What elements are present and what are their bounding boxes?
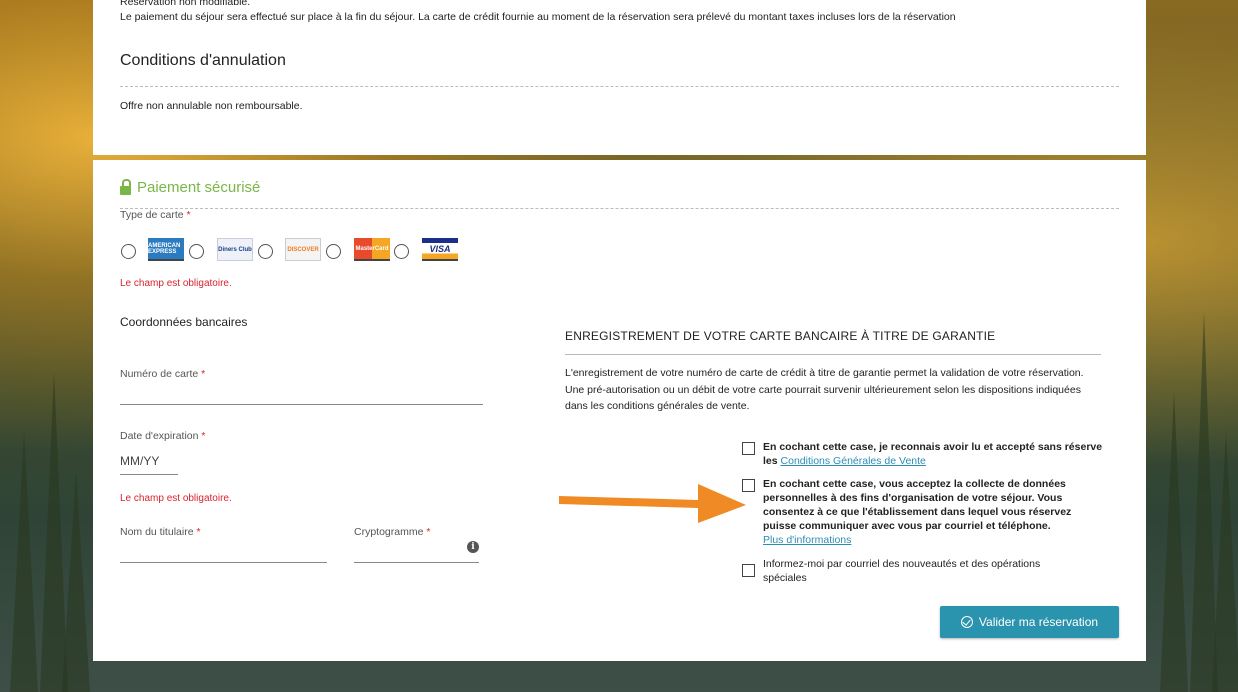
- info-icon[interactable]: i: [467, 541, 479, 553]
- background-tree: [62, 472, 90, 692]
- data-consent-text: En cochant cette case, vous acceptez la …: [763, 477, 1073, 547]
- cancellation-title: Conditions d'annulation: [120, 52, 286, 69]
- diners-logo-icon: Diners Club: [217, 238, 253, 261]
- holder-label: Nom du titulaire *: [120, 526, 201, 538]
- more-info-link[interactable]: Plus d'informations: [763, 534, 851, 546]
- visa-logo-icon: VISA: [422, 238, 458, 261]
- newsletter-consent-text: Informez-moi par courriel des nouveautés…: [763, 558, 1041, 584]
- expiry-underline: [120, 474, 178, 475]
- card-number-label: Numéro de carte *: [120, 368, 205, 380]
- divider: [120, 208, 1119, 209]
- holder-underline: [120, 562, 327, 563]
- cvv-underline: [354, 562, 479, 563]
- bank-details-title: Coordonnées bancaires: [120, 315, 248, 329]
- background-tree: [1212, 432, 1238, 692]
- newsletter-checkbox[interactable]: [742, 564, 755, 577]
- cgv-link[interactable]: Conditions Générales de Vente: [781, 455, 926, 467]
- expiry-label-text: Date d'expiration: [120, 430, 199, 442]
- cgv-checkbox[interactable]: [742, 442, 755, 455]
- payment-title-text: Paiement sécurisé: [137, 179, 261, 196]
- card-type-error: Le champ est obligatoire.: [120, 278, 232, 289]
- cvv-label-text: Cryptogramme: [354, 526, 424, 538]
- payment-card: Paiement sécurisé Type de carte * AMERIC…: [93, 160, 1146, 661]
- cancellation-text: Offre non annulable non remboursable.: [120, 100, 303, 112]
- submit-reservation-label: Valider ma réservation: [978, 615, 1099, 629]
- card-type-label: Type de carte *: [120, 209, 191, 221]
- required-mark: *: [186, 209, 191, 221]
- expiry-label: Date d'expiration *: [120, 430, 205, 442]
- card-type-radio-diners[interactable]: [189, 244, 204, 259]
- cgv-consent-text: En cochant cette case, je reconnais avoi…: [763, 440, 1103, 468]
- holder-label-text: Nom du titulaire: [120, 526, 194, 538]
- data-consent-label: En cochant cette case, vous acceptez la …: [763, 478, 1072, 532]
- card-type-radio-amex[interactable]: [121, 244, 136, 259]
- annotation-arrow-icon: [559, 484, 746, 523]
- required-mark: *: [201, 368, 206, 380]
- expiry-input[interactable]: MM/YY: [120, 454, 159, 468]
- discover-logo-icon: DISCOVER: [285, 238, 321, 261]
- card-type-radio-visa[interactable]: [394, 244, 409, 259]
- modification-policy-text: Réservation non modifiable.: [120, 0, 251, 8]
- background-tree: [1160, 392, 1188, 692]
- reservation-conditions-card: Réservation non modifiable. Le paiement …: [93, 0, 1146, 155]
- payment-title: Paiement sécurisé: [120, 178, 261, 196]
- card-number-label-text: Numéro de carte: [120, 368, 199, 380]
- guarantee-text: L'enregistrement de votre numéro de cart…: [565, 367, 1084, 412]
- card-number-underline: [120, 404, 483, 405]
- divider: [120, 86, 1119, 87]
- lock-icon: [120, 178, 131, 195]
- card-type-radio-mastercard[interactable]: [326, 244, 341, 259]
- submit-reservation-button[interactable]: Valider ma réservation: [940, 606, 1119, 638]
- required-mark: *: [426, 526, 431, 538]
- required-mark: *: [201, 430, 206, 442]
- payment-policy-text: Le paiement du séjour sera effectué sur …: [120, 11, 956, 23]
- required-mark: *: [196, 526, 201, 538]
- divider: [565, 354, 1101, 355]
- background-tree: [10, 432, 38, 692]
- mastercard-logo-icon: MasterCard: [354, 238, 390, 261]
- guarantee-title: ENREGISTREMENT DE VOTRE CARTE BANCAIRE À…: [565, 329, 996, 343]
- card-type-radio-discover[interactable]: [258, 244, 273, 259]
- cvv-label: Cryptogramme *: [354, 526, 430, 538]
- expiry-error: Le champ est obligatoire.: [120, 493, 232, 504]
- amex-logo-icon: AMERICAN EXPRESS: [148, 238, 184, 261]
- card-type-label-text: Type de carte: [120, 209, 184, 221]
- check-circle-icon: [960, 616, 973, 628]
